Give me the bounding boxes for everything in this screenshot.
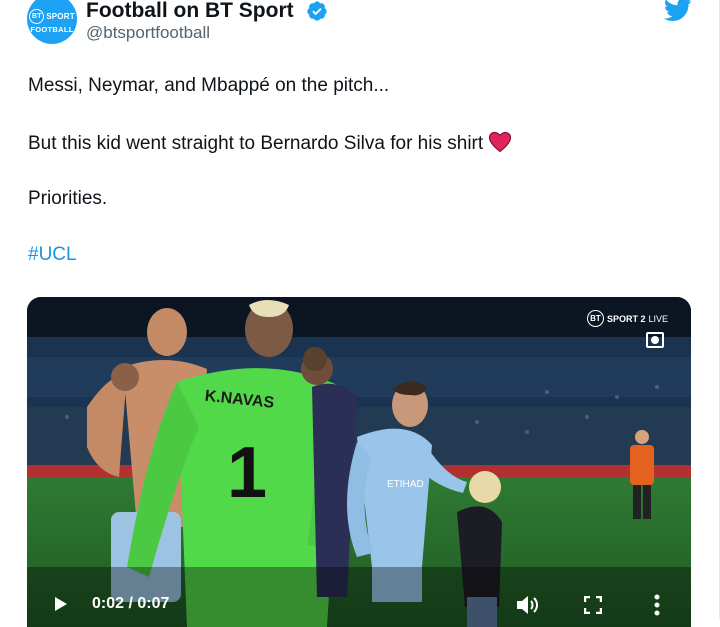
channel-badge: BT SPORT 2 LIVE (587, 310, 668, 327)
display-name[interactable]: Football on BT Sport (86, 0, 294, 23)
tweet-text-line-2-text: But this kid went straight to Bernardo S… (28, 133, 484, 154)
avatar-bt-logo: BT (29, 8, 45, 24)
bt-logo: BT (587, 310, 604, 327)
avatar-football-text: FOOTBALL (30, 24, 74, 34)
video-player[interactable]: K.NAVAS 1 ETIHAD BT SPORT 2 LIVE 0:02 / … (27, 297, 691, 627)
twitter-logo-icon[interactable] (664, 0, 692, 22)
handle[interactable]: @btsportfootball (86, 23, 210, 43)
replay-icon (646, 332, 664, 348)
avatar-bt-sport: BT SPORT (29, 8, 75, 24)
fullscreen-icon[interactable] (584, 596, 602, 614)
live-label: LIVE (648, 313, 669, 324)
channel-name: SPORT 2 (607, 313, 646, 324)
shirt-number: 1 (227, 433, 267, 513)
verified-icon (307, 1, 327, 21)
hashtag-link[interactable]: #UCL (28, 244, 77, 266)
tweet-text-line-1: Messi, Neymar, and Mbappé on the pitch..… (28, 75, 390, 96)
avatar[interactable]: BT SPORT FOOTBALL (27, 0, 77, 44)
heart-icon (489, 131, 512, 153)
video-frame: K.NAVAS 1 ETIHAD (27, 297, 691, 627)
video-controls: 0:02 / 0:07 (27, 587, 691, 627)
tweet-card: BT SPORT FOOTBALL Football on BT Sport @… (0, 0, 720, 627)
tweet-text-line-3: Priorities. (28, 188, 108, 209)
play-icon[interactable] (55, 597, 67, 611)
time-display: 0:02 / 0:07 (92, 595, 170, 612)
avatar-sport-text: SPORT (46, 11, 75, 21)
tweet-text-line-2: But this kid went straight to Bernardo S… (28, 131, 512, 155)
more-icon[interactable] (654, 594, 660, 616)
volume-icon[interactable] (515, 594, 539, 616)
sponsor-text: ETIHAD (387, 479, 424, 490)
